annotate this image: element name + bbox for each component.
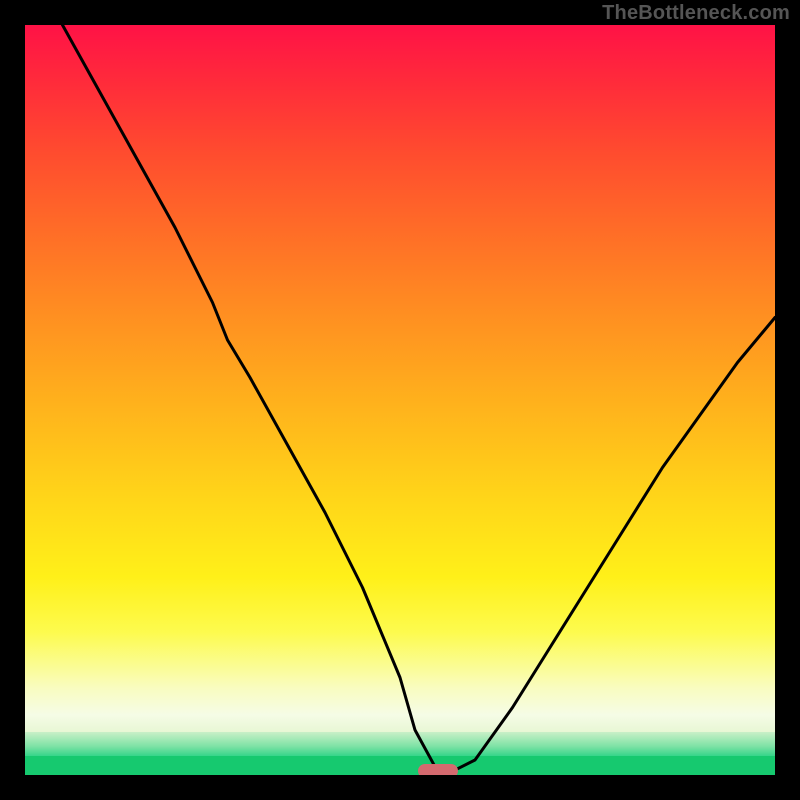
bottleneck-curve — [25, 25, 775, 775]
minimum-marker — [418, 764, 458, 775]
watermark-text: TheBottleneck.com — [602, 2, 790, 25]
curve-path — [63, 25, 776, 771]
plot-area — [25, 25, 775, 775]
chart-frame: TheBottleneck.com — [0, 0, 800, 800]
